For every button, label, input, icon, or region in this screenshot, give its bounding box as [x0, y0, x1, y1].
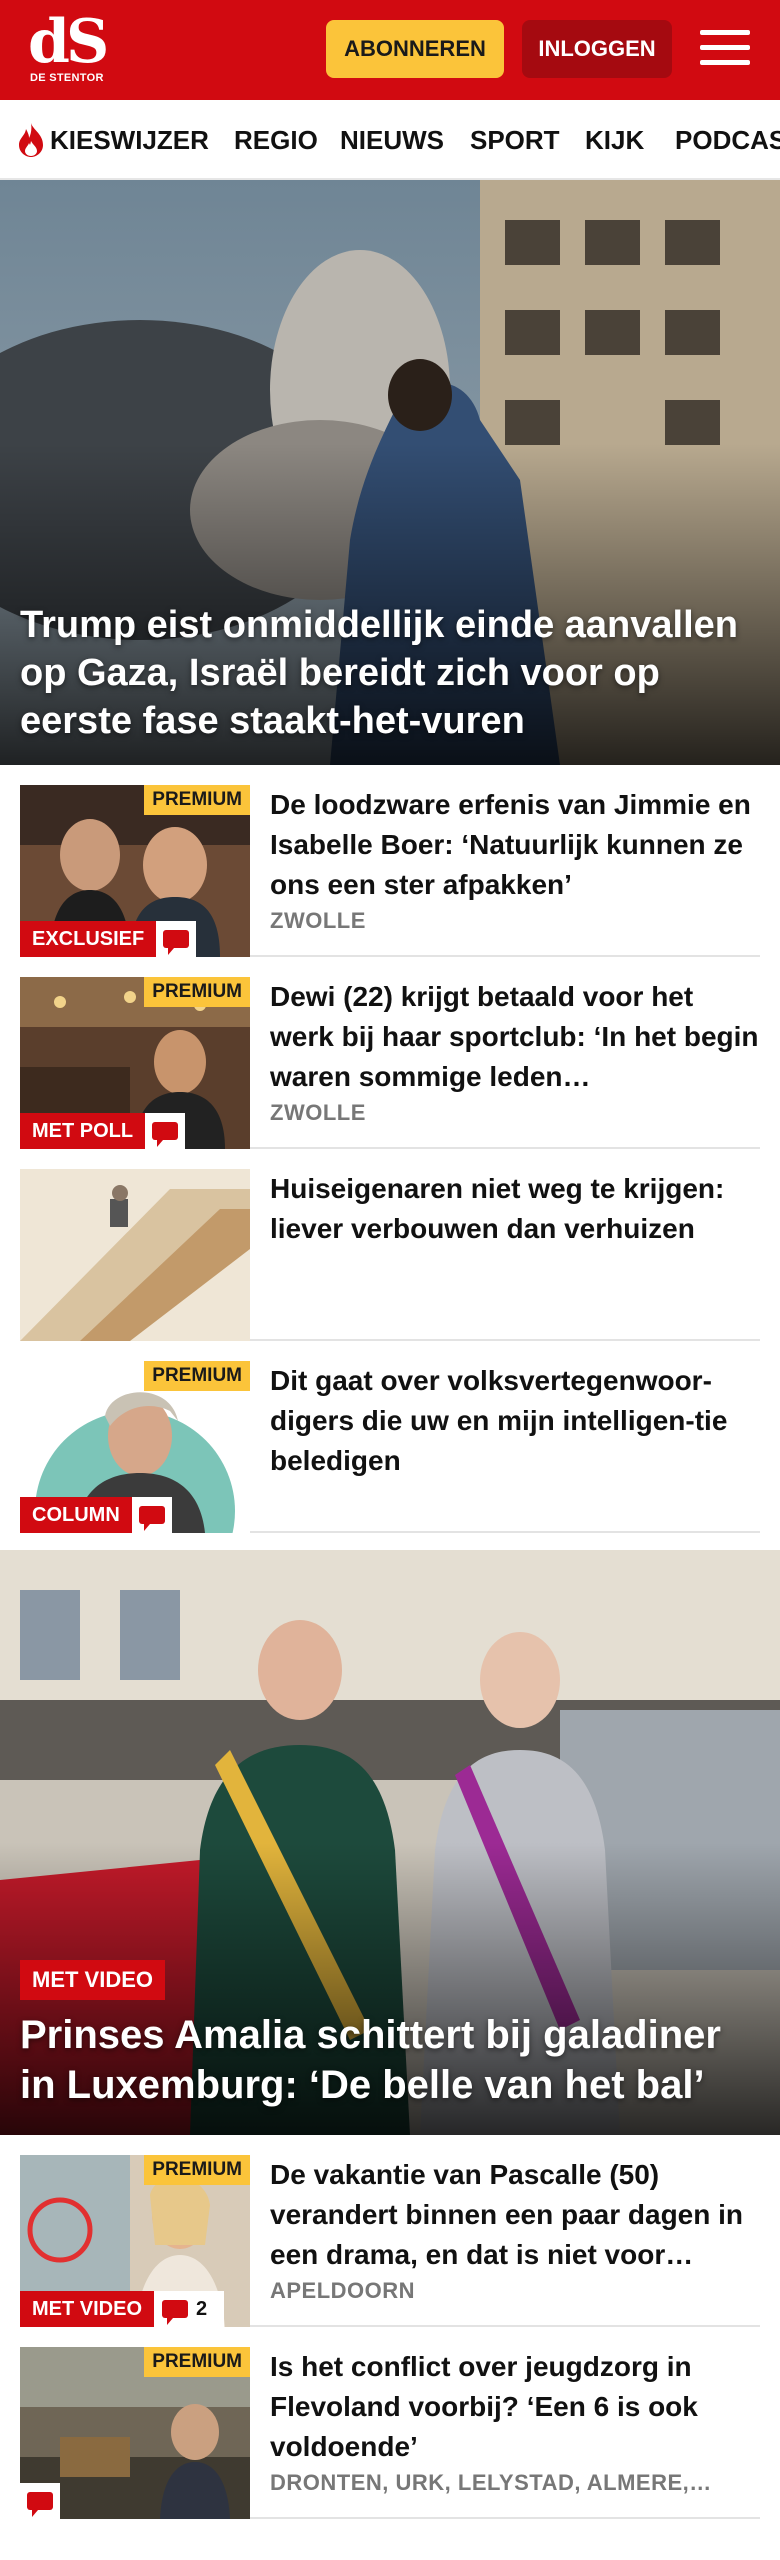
comment-icon[interactable]	[156, 921, 197, 957]
subscribe-button[interactable]: ABONNEREN	[326, 20, 504, 78]
hero-title[interactable]: Trump eist onmiddellijk einde aanvallen …	[20, 601, 760, 745]
nav-item-kieswijzer[interactable]: KIESWIJZER	[50, 124, 209, 156]
comment-icon[interactable]	[131, 1497, 172, 1533]
logo-mark: dS	[28, 7, 109, 77]
feature-title[interactable]: Prinses Amalia schittert bij galadiner i…	[20, 2010, 760, 2110]
article-label: EXCLUSIEF	[20, 921, 157, 957]
premium-badge: PREMIUM	[144, 785, 250, 815]
article-location: DRONTEN, URK, LELYSTAD, ALMERE,…	[270, 2470, 712, 2495]
article-location: ZWOLLE	[270, 1100, 366, 1125]
comment-icon[interactable]: 2	[154, 2291, 225, 2327]
article-title[interactable]: Dewi (22) krijgt betaald voor het werk b…	[270, 977, 760, 1097]
feature-article[interactable]: MET VIDEO Prinses Amalia schittert bij g…	[0, 1550, 780, 2135]
article-title[interactable]: De vakantie van Pascalle (50) verandert …	[270, 2155, 760, 2275]
comment-count: 2	[196, 2297, 208, 2320]
nav-item-kijk[interactable]: KIJK	[585, 124, 644, 156]
premium-badge: PREMIUM	[144, 2347, 250, 2377]
site-header: dS DE STENTOR ABONNEREN INLOGGEN	[0, 0, 780, 100]
premium-badge: PREMIUM	[144, 1361, 250, 1391]
login-button[interactable]: INLOGGEN	[522, 20, 672, 78]
premium-badge: PREMIUM	[144, 2155, 250, 2185]
article-thumbnail: PREMIUM COLUMN	[20, 1361, 250, 1533]
hero-article[interactable]: Trump eist onmiddellijk einde aanvallen …	[0, 180, 780, 765]
article-thumbnail: PREMIUM MET VIDEO 2	[20, 2155, 250, 2327]
nav-item-sport[interactable]: SPORT	[470, 124, 560, 156]
article-label: COLUMN	[20, 1497, 132, 1533]
feature-label: MET VIDEO	[20, 1960, 166, 2000]
list-item[interactable]: Huiseigenaren niet weg te krijgen: lieve…	[20, 1149, 760, 1341]
comment-icon[interactable]	[20, 2483, 60, 2519]
article-thumbnail: PREMIUM	[20, 2347, 250, 2519]
article-title[interactable]: Is het conflict over jeugdzorg in Flevol…	[270, 2347, 760, 2467]
list-item[interactable]: PREMIUM MET VIDEO 2 De vakantie van Pasc…	[20, 2135, 760, 2327]
section-nav: KIESWIJZER REGIO NIEUWS SPORT KIJK PODCA…	[0, 100, 780, 180]
comment-icon[interactable]	[145, 1113, 186, 1149]
article-location: APELDOORN	[270, 2278, 416, 2303]
article-thumbnail	[20, 1169, 250, 1341]
article-label: MET POLL	[20, 1113, 146, 1149]
flame-icon	[19, 123, 43, 157]
menu-icon[interactable]	[700, 26, 750, 70]
nav-item-podcast[interactable]: PODCAST	[675, 124, 780, 156]
article-title[interactable]: Huiseigenaren niet weg te krijgen: lieve…	[270, 1169, 760, 1249]
article-location: ZWOLLE	[270, 908, 366, 933]
list-item[interactable]: PREMIUM COLUMN Dit gaat over volksverteg…	[20, 1341, 760, 1533]
list-item[interactable]: PREMIUM EXCLUSIEF De loodzware erfenis v…	[20, 765, 760, 957]
logo[interactable]: dS DE STENTOR	[28, 7, 109, 88]
list-item[interactable]: PREMIUM MET POLL Dewi (22) krijgt betaal…	[20, 957, 760, 1149]
article-thumbnail: PREMIUM EXCLUSIEF	[20, 785, 250, 957]
article-title[interactable]: De loodzware erfenis van Jimmie en Isabe…	[270, 785, 760, 905]
nav-item-regio[interactable]: REGIO	[234, 124, 318, 156]
premium-badge: PREMIUM	[144, 977, 250, 1007]
article-label: MET VIDEO	[20, 2291, 155, 2327]
article-thumbnail: PREMIUM MET POLL	[20, 977, 250, 1149]
article-title[interactable]: Dit gaat over volksvertegenwoor-digers d…	[270, 1361, 760, 1481]
logo-subtitle: DE STENTOR	[30, 72, 104, 84]
nav-item-nieuws[interactable]: NIEUWS	[340, 124, 444, 156]
list-item[interactable]: PREMIUM Is het conflict over jeugdzorg i…	[20, 2327, 760, 2519]
